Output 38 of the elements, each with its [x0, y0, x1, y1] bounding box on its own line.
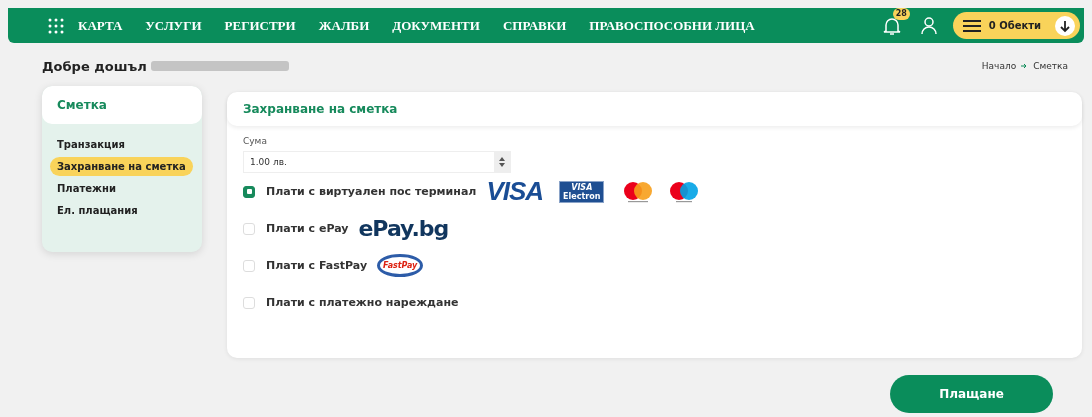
- sidebar-item[interactable]: Платежни: [50, 179, 123, 198]
- nav-link[interactable]: ЖАЛБИ: [318, 17, 370, 34]
- nav-link[interactable]: ДОКУМЕНТИ: [392, 17, 480, 34]
- overlapping-circles-logo: [622, 180, 655, 203]
- panel-title: Захранване на сметка: [243, 102, 398, 116]
- breadcrumb-link[interactable]: Начало: [981, 61, 1017, 71]
- nav-link[interactable]: РЕГИСТРИ: [224, 17, 296, 34]
- payment-option-label[interactable]: Плати с ePay: [266, 222, 349, 235]
- spinner-icon[interactable]: [494, 152, 510, 172]
- epay-logo: ePay.bg: [358, 216, 449, 241]
- nav-link[interactable]: УСЛУГИ: [145, 17, 202, 34]
- nav-link[interactable]: КАРТА: [78, 17, 123, 34]
- user-icon[interactable]: [920, 16, 937, 35]
- payment-option-label[interactable]: Плати с виртуален пос терминал: [266, 185, 477, 198]
- breadcrumb-arrow-icon: [1021, 63, 1029, 69]
- payment-option-label[interactable]: Плати с платежно нареждане: [266, 296, 459, 309]
- sidebar-item[interactable]: Ел. плащания: [50, 201, 145, 220]
- overlapping-circles-logo: [668, 180, 701, 203]
- fastpay-logo: FastPay: [377, 254, 424, 277]
- breadcrumb-current: Сметка: [1033, 61, 1068, 71]
- notification-count-badge: 28: [892, 7, 910, 20]
- sidebar-title: Сметка: [57, 98, 107, 112]
- nav-link[interactable]: СПРАВКИ: [502, 17, 567, 34]
- pay-button[interactable]: Плащане: [890, 375, 1053, 413]
- payment-checkbox[interactable]: [243, 185, 255, 198]
- apps-grid-icon[interactable]: [48, 17, 64, 34]
- visa-logo: VISA: [486, 176, 544, 207]
- amount-label: Сума: [243, 136, 268, 146]
- objects-button[interactable]: 0 Обекти: [952, 12, 1080, 39]
- payment-option-label[interactable]: Плати с FastPay: [266, 259, 368, 272]
- visa-electron-logo: VISA Electron: [559, 180, 605, 203]
- menu-icon: [962, 18, 981, 33]
- sidebar-item[interactable]: Транзакция: [50, 135, 132, 154]
- sidebar-item[interactable]: Захранване на сметка: [50, 157, 193, 176]
- amount-field[interactable]: 1.00 лв.: [243, 151, 511, 173]
- welcome-text: Добре дошъл: [42, 58, 147, 74]
- bell-icon[interactable]: [882, 15, 901, 36]
- nav-link[interactable]: ПРАВОСПОСОБНИ ЛИЦА: [589, 17, 755, 34]
